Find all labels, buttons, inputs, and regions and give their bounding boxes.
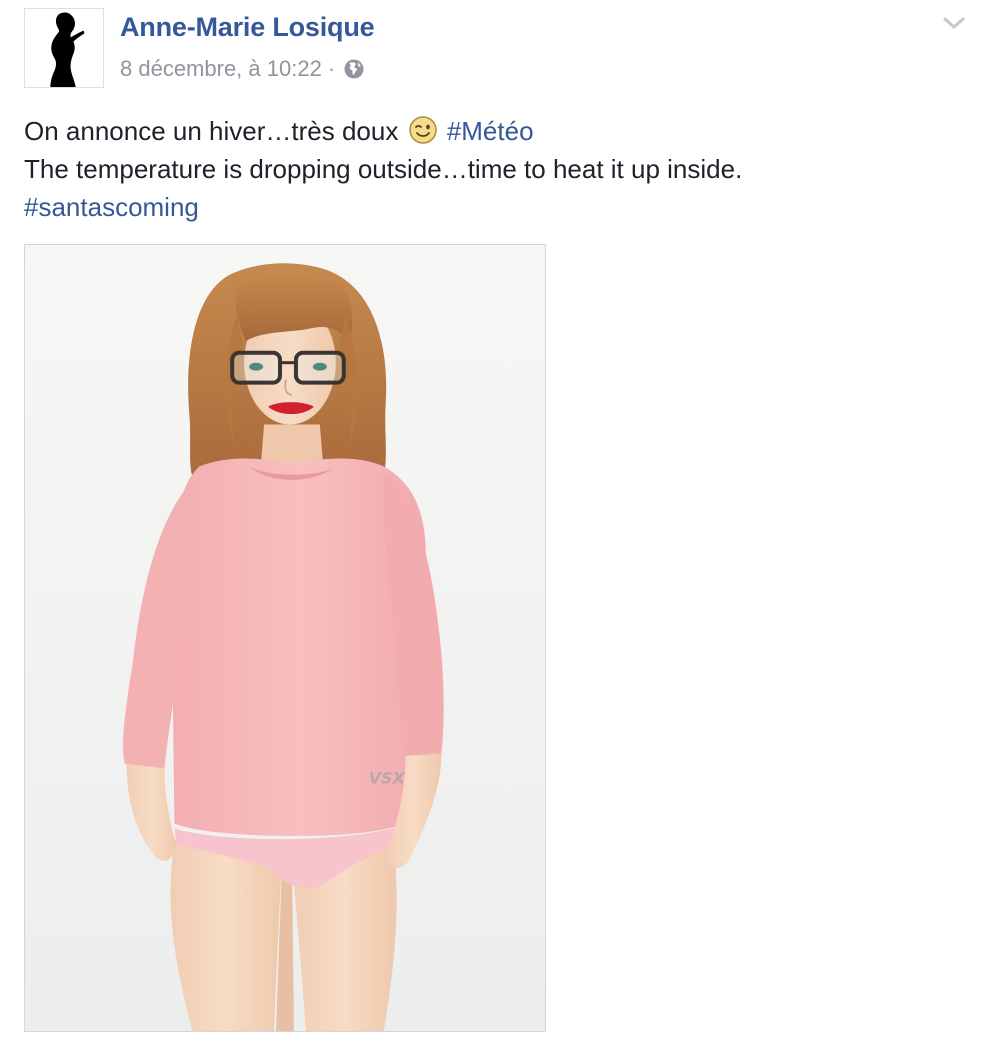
post-meta: 8 décembre, à 10:22 · [120, 55, 365, 83]
post-photo[interactable]: VSX [24, 244, 546, 1032]
globe-icon[interactable] [343, 58, 365, 80]
wink-emoji-icon [408, 115, 438, 145]
post-message: On annonce un hiver…très doux #Météo The… [24, 112, 964, 226]
hashtag-santascoming-link[interactable]: #santascoming [24, 192, 199, 222]
message-line-1: On annonce un hiver…très doux #Météo [24, 112, 964, 150]
photo-illustration: VSX [25, 245, 545, 1031]
author-avatar[interactable] [24, 8, 104, 88]
hashtag-meteo-link[interactable]: #Météo [447, 116, 534, 146]
author-name-link[interactable]: Anne-Marie Losique [120, 12, 375, 43]
post-card: Anne-Marie Losique 8 décembre, à 10:22 ·… [0, 0, 984, 1042]
post-timestamp[interactable]: 8 décembre, à 10:22 [120, 56, 322, 82]
sweater-print: VSX [369, 769, 406, 788]
message-line-3: #santascoming [24, 188, 964, 226]
meta-separator: · [327, 56, 336, 81]
message-text: On annonce un hiver…très doux [24, 116, 399, 146]
silhouette-avatar-image [25, 9, 103, 87]
chevron-down-icon[interactable] [940, 12, 968, 34]
message-line-2: The temperature is dropping outside…time… [24, 154, 743, 184]
